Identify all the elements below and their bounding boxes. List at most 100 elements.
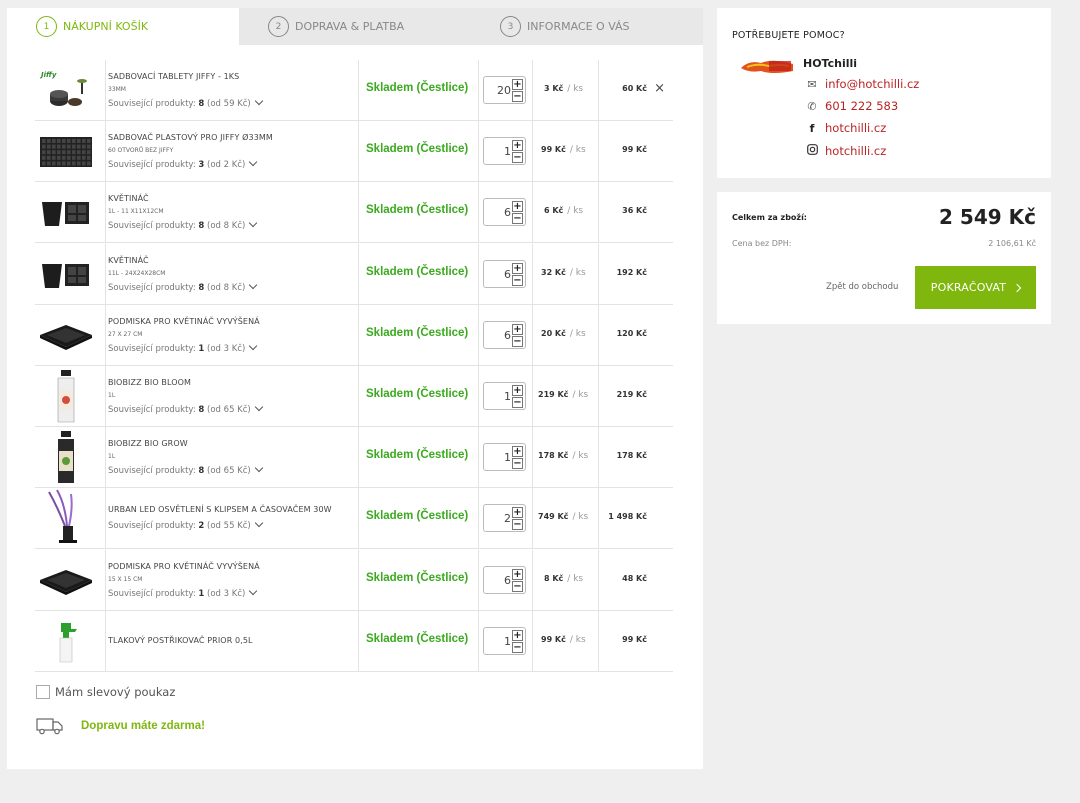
product-image[interactable]	[37, 129, 95, 175]
related-products-toggle[interactable]: Související produkty: 8 (od 8 Kč)	[108, 219, 258, 231]
related-products-toggle[interactable]: Související produkty: 8 (od 65 Kč)	[108, 463, 263, 476]
quantity-stepper[interactable]: 1 + −	[483, 443, 526, 472]
unit-price-value: 99 Kč	[541, 145, 566, 155]
step-customer-info[interactable]: 3 INFORMACE O VÁS	[471, 8, 703, 45]
plus-icon[interactable]: +	[512, 323, 523, 335]
tray-cell	[72, 139, 76, 144]
plus-icon[interactable]: +	[512, 79, 523, 90]
tray-cell	[87, 144, 91, 149]
plus-icon[interactable]: +	[512, 262, 523, 274]
order-summary: Celkem za zboží: 2 549 Kč Cena bez DPH: …	[717, 192, 1051, 324]
tray-cell	[62, 144, 66, 149]
related-products-toggle[interactable]: Související produkty: 1 (od 3 Kč)	[108, 341, 258, 354]
quantity-value[interactable]: 6	[504, 574, 511, 587]
total-value: 2 549 Kč	[939, 205, 1036, 229]
product-image[interactable]	[37, 558, 95, 604]
quantity-stepper[interactable]: 6 + −	[483, 320, 526, 349]
quantity-stepper[interactable]: 20 + −	[483, 76, 526, 104]
plus-icon[interactable]: +	[512, 629, 523, 641]
minus-icon[interactable]: −	[512, 274, 523, 286]
product-image[interactable]	[37, 190, 95, 236]
quantity-value[interactable]: 6	[504, 268, 511, 281]
unit-per: / ks	[569, 267, 586, 278]
quantity-stepper[interactable]: 6 + −	[483, 565, 526, 594]
plus-icon[interactable]: +	[512, 385, 523, 396]
product-image[interactable]	[37, 252, 95, 298]
product-variant: 1L	[108, 453, 116, 461]
related-products-toggle[interactable]: Související produkty: 8 (od 59 Kč)	[108, 96, 263, 109]
minus-icon[interactable]: −	[512, 91, 523, 102]
tray-cell	[52, 155, 56, 160]
quantity-stepper[interactable]: 1 + −	[483, 137, 526, 166]
product-image[interactable]	[37, 619, 95, 665]
product-name[interactable]: BIOBIZZ BIO GROW	[108, 439, 188, 448]
tray-cell	[62, 139, 66, 144]
quantity-value[interactable]: 1	[504, 635, 511, 648]
minus-icon[interactable]: −	[512, 641, 523, 653]
product-name[interactable]: PODMISKA PRO KVĚTINÁČ VYVÝŠENÁ	[108, 562, 260, 571]
product-image[interactable]	[37, 313, 95, 359]
product-name[interactable]: TLAKOVÝ POSTŘIKOVAČ PRIOR 0,5L	[108, 636, 253, 645]
related-products-toggle[interactable]: Související produkty: 2 (od 55 Kč)	[108, 519, 263, 531]
quantity-stepper[interactable]: 1 + −	[483, 382, 526, 410]
table-row: TLAKOVÝ POSTŘIKOVAČ PRIOR 0,5L Skladem (Č…	[35, 610, 673, 672]
step-cart[interactable]: 1 NÁKUPNÍ KOŠÍK	[7, 8, 239, 45]
related-prefix: Související produkty:	[108, 343, 199, 354]
product-name[interactable]: SADBOVACÍ TABLETY JIFFY - 1KS	[108, 72, 239, 81]
minus-icon[interactable]: −	[512, 519, 523, 531]
quantity-value[interactable]: 20	[497, 84, 511, 97]
related-products-toggle[interactable]: Související produkty: 3 (od 2 Kč)	[108, 157, 258, 170]
divider	[478, 182, 479, 244]
product-name[interactable]: KVĚTINÁČ	[108, 194, 149, 203]
plus-icon[interactable]: +	[512, 140, 523, 152]
related-products-toggle[interactable]: Související produkty: 1 (od 3 Kč)	[108, 586, 258, 599]
quantity-stepper[interactable]: 6 + −	[483, 198, 526, 227]
back-to-shop-link[interactable]: Zpět do obchodu	[826, 282, 898, 292]
table-row: SADBOVAČ PLASTOVÝ PRO JIFFY Ø33MM 60 OTVO…	[35, 121, 673, 183]
product-image[interactable]	[37, 489, 95, 544]
quantity-value[interactable]: 6	[504, 206, 511, 219]
facebook-link[interactable]: f hotchilli.cz	[805, 121, 887, 135]
quantity-value[interactable]: 1	[504, 451, 511, 464]
quantity-value[interactable]: 6	[504, 329, 511, 342]
product-name[interactable]: SADBOVAČ PLASTOVÝ PRO JIFFY Ø33MM	[108, 133, 273, 142]
divider	[532, 182, 533, 244]
plus-icon[interactable]: +	[512, 201, 523, 213]
phone-link[interactable]: ✆ 601 222 583	[805, 99, 898, 113]
product-image[interactable]	[37, 370, 95, 423]
quantity-stepper[interactable]: 6 + −	[483, 259, 526, 288]
quantity-value[interactable]: 1	[504, 145, 511, 158]
plus-icon[interactable]: +	[512, 446, 523, 458]
product-image[interactable]: Jiffy	[37, 68, 95, 114]
product-image[interactable]	[37, 431, 95, 484]
product-name[interactable]: URBAN LED OSVĚTLENÍ S KLIPSEM A ČASOVAČE…	[108, 505, 332, 514]
quantity-value[interactable]: 2	[504, 512, 511, 525]
voucher-toggle[interactable]: Mám slevový poukaz	[36, 685, 175, 699]
close-icon[interactable]: ×	[654, 82, 665, 95]
line-total: 219 Kč	[616, 390, 647, 399]
email-link[interactable]: ✉ info@hotchilli.cz	[805, 77, 919, 91]
minus-icon[interactable]: −	[512, 580, 523, 592]
minus-icon[interactable]: −	[512, 152, 523, 164]
related-products-toggle[interactable]: Související produkty: 8 (od 65 Kč)	[108, 402, 263, 415]
plus-icon[interactable]: +	[512, 568, 523, 580]
plus-icon[interactable]: +	[512, 507, 523, 519]
quantity-stepper[interactable]: 2 + −	[483, 504, 526, 533]
instagram-link[interactable]: hotchilli.cz	[805, 144, 886, 158]
minus-icon[interactable]: −	[512, 335, 523, 347]
minus-icon[interactable]: −	[512, 458, 523, 470]
voucher-checkbox[interactable]	[36, 685, 50, 699]
related-products-toggle[interactable]: Související produkty: 8 (od 8 Kč)	[108, 280, 258, 293]
product-name[interactable]: BIOBIZZ BIO BLOOM	[108, 378, 191, 387]
product-name[interactable]: PODMISKA PRO KVĚTINÁČ VYVÝŠENÁ	[108, 317, 260, 326]
tray-cell	[87, 139, 91, 144]
quantity-value[interactable]: 1	[504, 390, 511, 403]
tray-cell	[82, 161, 86, 166]
product-name[interactable]: KVĚTINÁČ	[108, 256, 149, 265]
step-shipping-payment[interactable]: 2 DOPRAVA & PLATBA	[239, 8, 471, 45]
availability: Skladem (Čestlice)	[366, 449, 469, 462]
minus-icon[interactable]: −	[512, 397, 523, 408]
quantity-stepper[interactable]: 1 + −	[483, 626, 526, 655]
minus-icon[interactable]: −	[512, 213, 523, 225]
continue-button[interactable]: POKRAČOVAT	[915, 266, 1036, 309]
